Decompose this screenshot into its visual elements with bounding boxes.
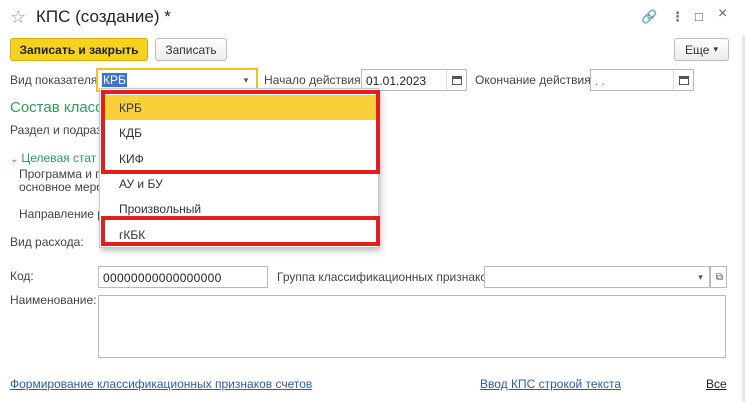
program-label: Программа и по bbox=[19, 167, 109, 181]
favorite-star-icon[interactable]: ☆ bbox=[10, 8, 26, 26]
code-value: 00000000000000000 bbox=[103, 271, 222, 285]
dropdown-option[interactable]: КДБ bbox=[101, 120, 377, 145]
option-label: КИФ bbox=[119, 152, 144, 166]
save-and-close-label: Записать и закрыть bbox=[19, 42, 139, 57]
maximize-icon[interactable]: □ bbox=[695, 9, 703, 25]
open-group-button[interactable]: ⧉ bbox=[710, 266, 727, 288]
target-group-toggle[interactable]: ⌄ Целевая стат bbox=[10, 151, 96, 167]
dropdown-arrow-icon[interactable]: ▾ bbox=[692, 267, 709, 287]
more-actions-icon[interactable]: ⋮ bbox=[671, 9, 684, 25]
target-group-label: Целевая стат bbox=[21, 151, 97, 165]
open-link-icon: ⧉ bbox=[715, 271, 724, 283]
option-label: Произвольный bbox=[119, 202, 202, 216]
name-label: Наименование: bbox=[10, 293, 97, 307]
name-textarea[interactable] bbox=[98, 295, 726, 358]
direction-label: Направление ра bbox=[19, 207, 111, 221]
more-button[interactable]: Еще ▾ bbox=[674, 38, 729, 61]
save-and-close-button[interactable]: Записать и закрыть bbox=[10, 38, 148, 61]
chevron-down-icon: ⌄ bbox=[10, 154, 19, 165]
group-label: Группа классификационных признаков: bbox=[277, 270, 497, 284]
dropdown-option[interactable]: АУ и БУ bbox=[101, 171, 377, 196]
chevron-down-icon: ▾ bbox=[713, 44, 718, 54]
more-label: Еще bbox=[685, 42, 710, 57]
section-title: Состав класси bbox=[10, 99, 112, 116]
dropdown-option[interactable]: Произвольный bbox=[101, 196, 377, 221]
indicator-type-label: Вид показателя: bbox=[10, 73, 101, 87]
option-label: КДБ bbox=[119, 126, 142, 140]
end-date-label: Окончание действия: bbox=[475, 73, 595, 87]
indicator-type-dropdown: КРБ КДБ КИФ АУ и БУ Произвольный гКБК bbox=[99, 88, 379, 248]
option-label: АУ и БУ bbox=[119, 177, 163, 191]
dropdown-option[interactable]: гКБК bbox=[101, 222, 377, 247]
end-date-field[interactable]: . . bbox=[590, 69, 694, 91]
start-date-label: Начало действия: bbox=[264, 73, 364, 87]
link-icon[interactable]: 🔗 bbox=[641, 9, 657, 25]
group-select[interactable]: ▾ bbox=[484, 266, 710, 288]
calendar-icon[interactable] bbox=[673, 70, 693, 90]
all-link[interactable]: Все bbox=[706, 377, 727, 391]
save-label: Записать bbox=[165, 42, 217, 57]
window-title: КПС (создание) * bbox=[36, 7, 171, 26]
option-label: КРБ bbox=[119, 101, 142, 115]
calendar-icon[interactable] bbox=[446, 70, 466, 90]
indicator-type-value: КРБ bbox=[102, 73, 127, 87]
close-icon[interactable]: × bbox=[718, 6, 727, 22]
title-bar: ☆ КПС (создание) * 🔗 ⋮ □ × bbox=[0, 0, 745, 36]
code-field[interactable]: 00000000000000000 bbox=[98, 266, 268, 288]
code-label: Код: bbox=[10, 269, 34, 283]
dropdown-option[interactable]: КРБ bbox=[101, 95, 377, 120]
save-button[interactable]: Записать bbox=[155, 38, 227, 61]
start-date-value: 01.01.2023 bbox=[366, 74, 427, 88]
expense-type-label: Вид расхода: bbox=[10, 235, 84, 249]
form-classification-link[interactable]: Формирование классификационных признаков… bbox=[10, 377, 312, 391]
enter-kps-text-link[interactable]: Ввод КПС строкой текста bbox=[480, 377, 621, 391]
end-date-value: . . bbox=[595, 74, 606, 88]
dropdown-arrow-icon[interactable]: ▾ bbox=[236, 70, 256, 90]
section-label: Раздел и подразд bbox=[10, 123, 109, 137]
dropdown-option[interactable]: КИФ bbox=[101, 146, 377, 171]
option-label: гКБК bbox=[119, 228, 146, 242]
